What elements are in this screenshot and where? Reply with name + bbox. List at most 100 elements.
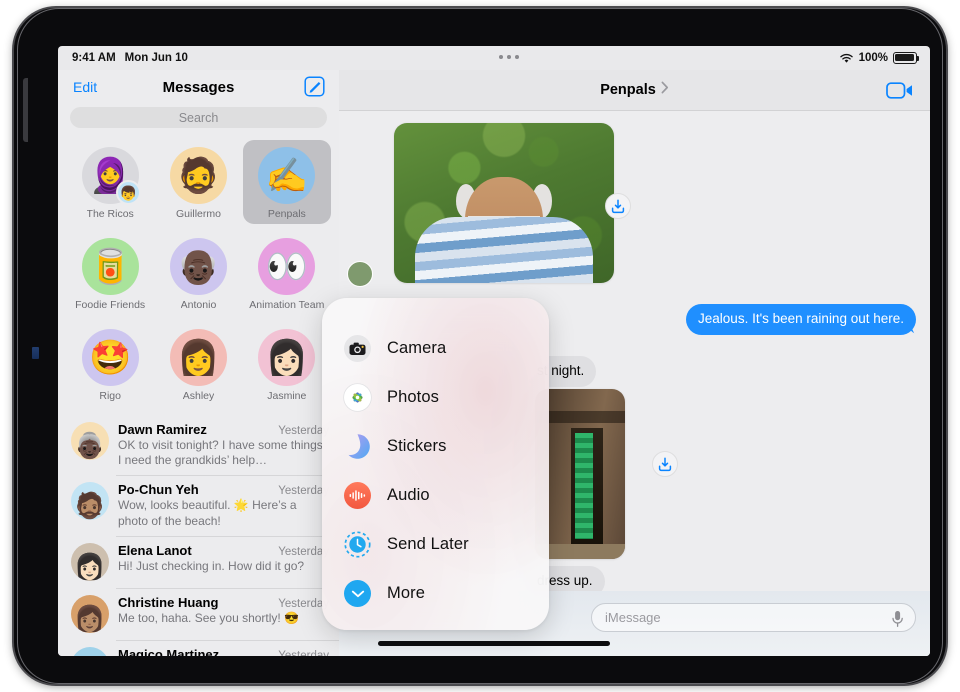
status-bar-right: 100% xyxy=(839,52,920,64)
pinned-conversation-label: Penpals xyxy=(267,208,306,220)
wifi-icon xyxy=(839,53,854,64)
avatar: 🧕 👦 xyxy=(81,147,141,205)
conversation-top-row: Po-Chun Yeh Yesterday xyxy=(118,482,329,497)
pinned-conversation-ashley[interactable]: 👩 Ashley xyxy=(154,322,242,406)
status-date: Mon Jun 10 xyxy=(124,52,188,64)
status-time: 9:41 AM xyxy=(72,52,116,64)
menu-item-camera[interactable]: Camera xyxy=(322,324,549,373)
side-button[interactable] xyxy=(23,78,28,142)
pinned-conversation-guillermo[interactable]: 🧔 Guillermo xyxy=(154,140,242,224)
pinned-conversation-jasmine[interactable]: 👩🏻 Jasmine xyxy=(243,322,331,406)
menu-item-label: Stickers xyxy=(387,437,447,455)
pinned-conversation-label: Animation Team xyxy=(249,299,325,311)
pinned-conversation-rigo[interactable]: 🤩 Rigo xyxy=(66,322,154,406)
conversation-name: Elena Lanot xyxy=(118,542,192,558)
avatar: 🥫 xyxy=(81,238,139,295)
conversation-top-row: Magico Martinez Yesterday xyxy=(118,647,329,656)
pinned-conversation-antonio[interactable]: 👴🏿 Antonio xyxy=(154,231,242,315)
avatar: 🧔🏽 xyxy=(71,482,109,521)
battery-percent-label: 100% xyxy=(858,52,888,64)
chevron-down-icon xyxy=(344,580,371,607)
conversation-snippet: Hi! Just checking in. How did it go? xyxy=(118,558,305,573)
menu-item-photos[interactable]: Photos xyxy=(322,373,549,422)
conversation-timestamp: Yesterday xyxy=(278,649,329,656)
avatar: 👵🏿 xyxy=(71,422,109,460)
conversation-body: Dawn Ramirez Yesterday OK to visit tonight… xyxy=(118,422,329,468)
conversation-body: Magico Martinez Yesterday xyxy=(118,647,329,656)
conversation-list-item[interactable]: 👩🏻 Elena Lanot Yesterday Hi! Just checking … xyxy=(58,535,339,588)
conversation-list-item[interactable]: 🧑🏽 Magico Martinez Yesterday xyxy=(58,639,339,656)
pinned-conversation-label: The Ricos xyxy=(86,208,134,220)
status-bar: 9:41 AM Mon Jun 10 100% xyxy=(58,46,930,70)
home-indicator[interactable] xyxy=(378,641,610,646)
avatar: 👩🏻 xyxy=(258,329,316,386)
pinned-conversation-foodie-friends[interactable]: 🥫 Foodie Friends xyxy=(66,231,154,315)
avatar xyxy=(347,261,373,287)
menu-item-label: More xyxy=(387,584,425,602)
conversation-list-item[interactable]: 👵🏿 Dawn Ramirez Yesterday OK to visit tonig… xyxy=(58,415,339,475)
conversation-title-group[interactable]: Penpals xyxy=(600,81,669,99)
menu-item-send-later[interactable]: Send Later xyxy=(322,520,549,569)
conversation-name: Christine Huang xyxy=(118,594,219,610)
pinned-conversation-penpals[interactable]: ✍️ Penpals xyxy=(242,140,331,224)
photo-attachment[interactable] xyxy=(394,123,614,283)
bezel-marker xyxy=(32,347,39,359)
photo-hedge-portrait xyxy=(394,123,614,283)
menu-item-audio[interactable]: Audio xyxy=(322,471,549,520)
conversation-list-item[interactable]: 👩🏽 Christine Huang Yesterday Me too, haha. … xyxy=(58,587,339,640)
battery-icon xyxy=(893,52,920,64)
conversation-list-item[interactable]: 🧔🏽 Po-Chun Yeh Yesterday Wow, looks beautif… xyxy=(58,475,339,535)
avatar: 👴🏿 xyxy=(169,238,227,295)
page-title: Messages xyxy=(162,78,235,96)
conversation-body: Christine Huang Yesterday Me too, haha. Se… xyxy=(118,595,329,633)
avatar: 🤩 xyxy=(81,329,139,386)
avatar: 👩 xyxy=(169,329,227,386)
facetime-video-icon[interactable] xyxy=(886,81,914,105)
pinned-conversation-label: Guillermo xyxy=(176,208,221,220)
ipad-screen: 9:41 AM Mon Jun 10 100% Edit Messages Se… xyxy=(58,46,930,656)
status-bar-left: 9:41 AM Mon Jun 10 xyxy=(72,52,188,64)
imessage-input[interactable]: iMessage xyxy=(591,603,916,632)
message-bubble-outgoing[interactable]: Jealous. It's been raining out here. xyxy=(686,304,916,335)
conversation-snippet: Me too, haha. See you shortly! 😎 xyxy=(118,610,300,625)
ipad-device-frame: 9:41 AM Mon Jun 10 100% Edit Messages Se… xyxy=(14,8,946,684)
conversation-name: Po-Chun Yeh xyxy=(118,482,199,498)
conversation-name: Dawn Ramirez xyxy=(118,422,207,437)
send-later-clock-icon xyxy=(344,531,371,558)
avatar-badge: 👦 xyxy=(115,180,141,205)
conversation-list: 👵🏿 Dawn Ramirez Yesterday OK to visit tonig… xyxy=(58,415,339,656)
conversation-top-row: Christine Huang Yesterday xyxy=(118,595,329,610)
menu-item-more[interactable]: More xyxy=(322,569,549,618)
multitasking-dots-icon[interactable] xyxy=(499,55,519,59)
pinned-conversation-label: Antonio xyxy=(180,299,217,311)
save-to-photos-icon[interactable] xyxy=(605,193,631,219)
pinned-conversation-label: Foodie Friends xyxy=(75,299,146,311)
microphone-icon[interactable] xyxy=(891,610,904,633)
messages-sidebar: Edit Messages Search 🧕 👦 The Ricos 🧔 Guiller… xyxy=(58,70,339,656)
chevron-right-icon xyxy=(661,81,669,99)
photos-icon xyxy=(344,384,371,411)
attachment-menu-popup: Camera Photos Stickers Audio Send Later … xyxy=(322,298,549,630)
conversation-snippet: OK to visit tonight? I have some things … xyxy=(118,438,323,468)
audio-waveform-icon xyxy=(344,482,371,509)
pinned-conversation-animation-team[interactable]: 👀 Animation Team xyxy=(243,231,331,315)
avatar: 👩🏻 xyxy=(71,542,109,581)
pinned-conversation-label: Rigo xyxy=(99,390,121,402)
imessage-placeholder: iMessage xyxy=(605,610,661,625)
conversation-body: Elena Lanot Yesterday Hi! Just checking in… xyxy=(118,543,329,581)
avatar: 👀 xyxy=(258,238,316,295)
conversation-title: Penpals xyxy=(600,82,656,98)
menu-item-label: Send Later xyxy=(387,535,469,553)
avatar: ✍️ xyxy=(258,147,316,204)
menu-item-stickers[interactable]: Stickers xyxy=(322,422,549,471)
menu-item-label: Photos xyxy=(387,388,439,406)
save-to-photos-icon[interactable] xyxy=(652,451,678,477)
camera-icon xyxy=(344,335,371,362)
pinned-conversations-grid: 🧕 👦 The Ricos 🧔 Guillermo ✍️ Penpals 🥫 Foodie Fr… xyxy=(58,140,339,406)
search-placeholder: Search xyxy=(178,110,219,125)
pinned-conversation-the-ricos[interactable]: 🧕 👦 The Ricos xyxy=(66,140,154,224)
compose-icon[interactable] xyxy=(304,76,325,102)
search-input[interactable]: Search xyxy=(70,107,327,128)
conversation-body: Po-Chun Yeh Yesterday Wow, looks beautiful… xyxy=(118,482,329,528)
conversation-header: Penpals xyxy=(339,70,930,111)
